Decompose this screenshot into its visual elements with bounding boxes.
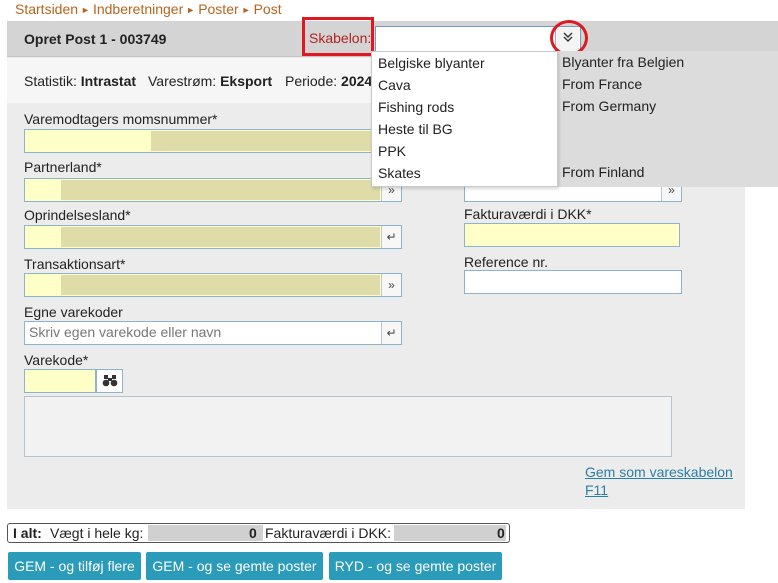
corner-arrow-icon[interactable]: ↵ bbox=[381, 226, 401, 248]
save-template-link[interactable]: Gem som vareskabelon bbox=[585, 464, 733, 480]
invoice-value: 0 bbox=[497, 525, 505, 541]
breadcrumb-arrow-icon: ► bbox=[186, 5, 196, 15]
template-dropdown-list: Belgiske blyanter Cava Fishing rods Hest… bbox=[371, 51, 558, 187]
dropdown-item[interactable]: Heste til BG bbox=[378, 121, 453, 137]
weight-label: Vægt i hele kg: bbox=[50, 525, 144, 541]
description-textarea[interactable] bbox=[24, 396, 672, 457]
transaktionsart-select[interactable]: » bbox=[24, 273, 402, 297]
reference-input[interactable] bbox=[464, 270, 682, 294]
clear-view-posts-button[interactable]: RYD - og se gemte poster bbox=[329, 552, 502, 580]
breadcrumb-post[interactable]: Post bbox=[254, 1, 282, 17]
breadcrumb-poster[interactable]: Poster bbox=[198, 1, 238, 17]
weight-value: 0 bbox=[249, 525, 257, 541]
egne-varekoder-placeholder: Skriv egen varekode eller navn bbox=[29, 324, 222, 340]
breadcrumb-arrow-icon: ► bbox=[241, 5, 251, 15]
dropdown-item[interactable]: Fishing rods bbox=[378, 99, 454, 115]
template-label: Skabelon: bbox=[302, 17, 374, 56]
fakturavaerdi-input[interactable] bbox=[464, 223, 680, 247]
save-add-more-button[interactable]: GEM - og tilføj flere bbox=[8, 552, 141, 580]
info-statistik: Statistik: Intrastat bbox=[24, 73, 137, 89]
egne-varekoder-input[interactable]: Skriv egen varekode eller navn ↵ bbox=[24, 321, 402, 345]
invoice-label: Fakturaværdi i DKK: bbox=[265, 525, 392, 541]
dropdown-item[interactable]: Belgiske blyanter bbox=[378, 55, 485, 71]
totals-label: I alt: bbox=[13, 525, 42, 541]
oprindelsesland-input[interactable]: ↵ bbox=[24, 225, 402, 249]
oprindelsesland-label: Oprindelsesland* bbox=[24, 207, 131, 223]
totals-bar: I alt: Vægt i hele kg: 0 Fakturaværdi i … bbox=[7, 523, 510, 543]
dropdown-item[interactable]: Cava bbox=[378, 77, 411, 93]
dropdown-item[interactable]: Skates bbox=[378, 165, 421, 181]
transaktionsart-label: Transaktionsart* bbox=[24, 256, 126, 272]
breadcrumb: Startsiden ► Indberetninger ► Poster ► Post bbox=[15, 1, 282, 17]
partnerland-select[interactable]: » bbox=[24, 178, 402, 202]
momsnummer-input[interactable] bbox=[24, 129, 402, 153]
partnerland-label: Partnerland* bbox=[24, 159, 102, 175]
varekode-label: Varekode* bbox=[24, 352, 89, 368]
periode-value: 2024 bbox=[341, 73, 373, 89]
egne-varekoder-label: Egne varekoder bbox=[24, 304, 123, 320]
dropdown-item-desc: From Germany bbox=[562, 98, 657, 114]
breadcrumb-startsiden[interactable]: Startsiden bbox=[15, 1, 78, 17]
varekode-input[interactable] bbox=[24, 369, 96, 393]
fakturavaerdi-label: Fakturaværdi i DKK* bbox=[464, 206, 592, 222]
statistik-value: Intrastat bbox=[80, 73, 137, 89]
chevron-double-down-icon[interactable]: » bbox=[381, 274, 401, 296]
corner-arrow-icon[interactable]: ↵ bbox=[381, 322, 401, 344]
momsnummer-label: Varemodtagers momsnummer* bbox=[24, 111, 218, 127]
varestrom-value: Eksport bbox=[220, 73, 273, 89]
reference-label: Reference nr. bbox=[464, 254, 549, 270]
info-periode: Periode: 2024 bbox=[285, 73, 373, 89]
save-view-posts-button[interactable]: GEM - og se gemte poster bbox=[146, 552, 323, 580]
page-title: Opret Post 1 - 003749 bbox=[24, 31, 167, 47]
dropdown-item-desc: Blyanter fra Belgien bbox=[562, 54, 685, 70]
info-varestrom: Varestrøm: Eksport bbox=[148, 73, 273, 89]
dropdown-item-desc: From Finland bbox=[562, 164, 645, 180]
save-template-shortcut-link[interactable]: F11 bbox=[585, 482, 608, 498]
dropdown-item[interactable]: PPK bbox=[378, 143, 406, 159]
breadcrumb-indberetninger[interactable]: Indberetninger bbox=[93, 1, 183, 17]
dropdown-item-desc: From France bbox=[562, 76, 643, 92]
binoculars-icon bbox=[102, 375, 117, 387]
breadcrumb-arrow-icon: ► bbox=[81, 5, 90, 15]
varekode-search-button[interactable] bbox=[96, 369, 123, 393]
